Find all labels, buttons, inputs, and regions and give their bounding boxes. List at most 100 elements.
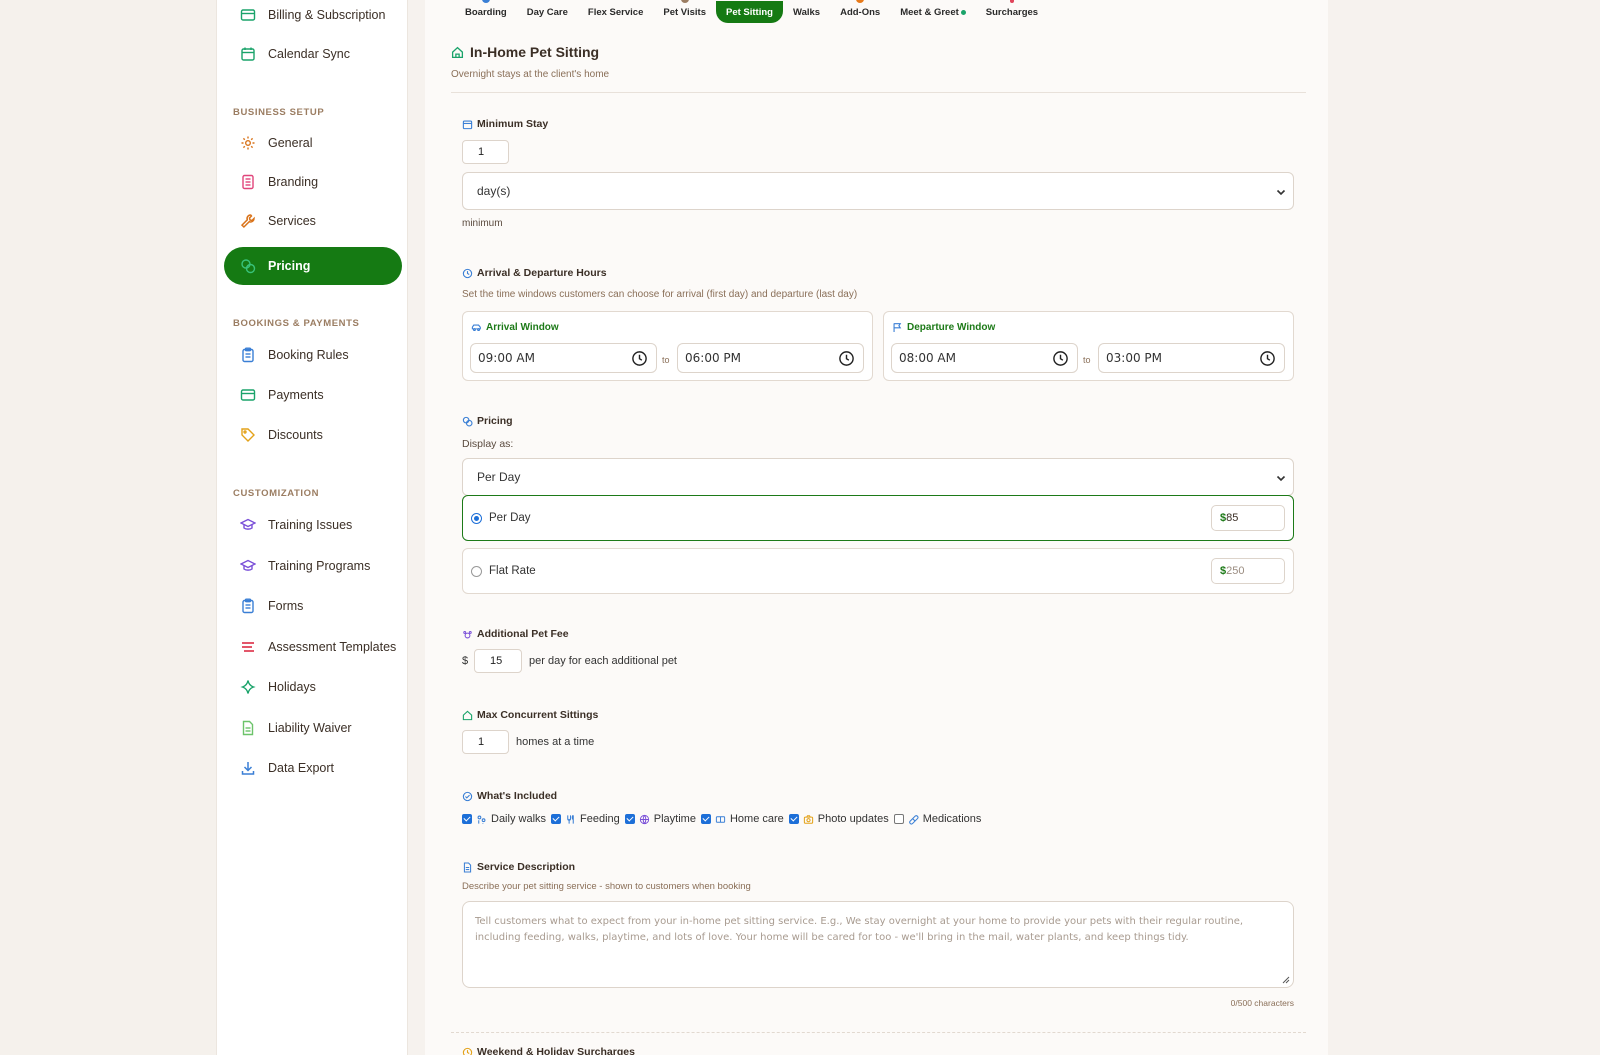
flat-rate-radio[interactable] bbox=[471, 566, 482, 577]
pill-icon bbox=[908, 814, 919, 824]
sidebar-item-pricing[interactable]: Pricing bbox=[224, 247, 402, 285]
home-icon bbox=[451, 46, 464, 58]
sidebar-item-branding[interactable]: Branding bbox=[224, 163, 402, 201]
home-icon bbox=[462, 710, 473, 720]
character-counter: 0/500 characters bbox=[1230, 998, 1294, 1008]
included-feeding[interactable]: Feeding bbox=[551, 813, 620, 825]
sidebar-item-label: General bbox=[268, 136, 313, 150]
tag-icon bbox=[241, 428, 255, 442]
sidebar-item-label: Billing & Subscription bbox=[268, 8, 386, 22]
additional-pet-fee-input[interactable]: 15 bbox=[474, 649, 522, 673]
chevron-down-icon bbox=[1276, 475, 1286, 482]
sidebar-item-forms[interactable]: Forms bbox=[224, 587, 402, 625]
max-concurrent-suffix: homes at a time bbox=[516, 736, 595, 748]
checkbox[interactable] bbox=[893, 814, 904, 824]
included-home-care[interactable]: Home care bbox=[700, 813, 784, 825]
section-label-business-setup: BUSINESS SETUP bbox=[233, 107, 325, 118]
sidebar-item-label: Pricing bbox=[268, 259, 311, 273]
sidebar-item-billing[interactable]: Billing & Subscription bbox=[224, 0, 402, 34]
tab-pet-sitting[interactable]: Pet Sitting bbox=[715, 1, 783, 23]
tab-meet-greet[interactable]: Meet & Greet bbox=[890, 1, 976, 23]
checkbox[interactable] bbox=[462, 814, 472, 824]
max-concurrent-input[interactable]: 1 bbox=[462, 730, 509, 754]
sidebar-item-general[interactable]: General bbox=[224, 124, 402, 162]
additional-pet-fee-label: Additional Pet Fee bbox=[462, 628, 569, 640]
included-medications[interactable]: Medications bbox=[893, 813, 981, 825]
sidebar-item-label: Holidays bbox=[268, 680, 316, 694]
sidebar-item-assessment-templates[interactable]: Assessment Templates bbox=[224, 628, 402, 666]
sidebar-item-label: Booking Rules bbox=[268, 348, 349, 362]
clock-icon[interactable] bbox=[1259, 350, 1276, 367]
sidebar-item-payments[interactable]: Payments bbox=[224, 376, 402, 414]
sidebar-item-calendar-sync[interactable]: Calendar Sync bbox=[224, 35, 402, 73]
textarea-placeholder: Tell customers what to expect from your … bbox=[475, 916, 1244, 943]
arrival-to-input[interactable]: 06:00 PM bbox=[677, 343, 864, 373]
arrival-from-input[interactable]: 09:00 AM bbox=[470, 343, 657, 373]
hours-hint: Set the time windows customers can choos… bbox=[462, 289, 858, 300]
sidebar-item-training-programs[interactable]: Training Programs bbox=[224, 547, 402, 585]
pricing-main-panel: Boarding Day Care Flex Service Pet Visit… bbox=[425, 0, 1328, 1055]
included-playtime[interactable]: Playtime bbox=[624, 813, 696, 825]
display-as-select[interactable]: Per Day bbox=[462, 458, 1294, 496]
sidebar-item-label: Discounts bbox=[268, 428, 323, 442]
clock-icon[interactable] bbox=[838, 350, 855, 367]
graduation-cap-icon bbox=[240, 559, 256, 571]
credit-card-icon bbox=[240, 9, 256, 21]
sidebar-item-data-export[interactable]: Data Export bbox=[224, 749, 402, 787]
flat-rate-price-input[interactable]: $ 250 bbox=[1211, 558, 1285, 584]
included-daily-walks[interactable]: Daily walks bbox=[462, 813, 546, 825]
minimum-stay-label: Minimum Stay bbox=[462, 118, 548, 130]
checkbox[interactable] bbox=[551, 814, 562, 824]
resize-handle-icon[interactable] bbox=[1282, 976, 1290, 984]
sidebar-item-discounts[interactable]: Discounts bbox=[224, 416, 402, 454]
page-subtitle: Overnight stays at the client's home bbox=[451, 69, 610, 80]
whats-included-label: What's Included bbox=[462, 790, 557, 802]
price-value: 250 bbox=[1226, 565, 1245, 577]
tab-walks[interactable]: Walks bbox=[783, 1, 830, 23]
minimum-stay-unit-select[interactable]: day(s) bbox=[462, 172, 1294, 210]
service-description-textarea[interactable]: Tell customers what to expect from your … bbox=[462, 901, 1294, 988]
sidebar-item-services[interactable]: Services bbox=[224, 202, 402, 240]
sidebar-item-label: Payments bbox=[268, 388, 324, 402]
max-concurrent-label: Max Concurrent Sittings bbox=[462, 709, 598, 721]
price-option-per-day[interactable]: Per Day $ 85 bbox=[462, 495, 1294, 541]
tab-pet-visits[interactable]: Pet Visits bbox=[653, 0, 716, 23]
checkbox[interactable] bbox=[788, 814, 799, 824]
section-label-bookings-payments: BOOKINGS & PAYMENTS bbox=[233, 318, 360, 329]
fee-currency: $ bbox=[462, 655, 469, 667]
price-option-flat-rate[interactable]: Flat Rate $ 250 bbox=[462, 548, 1294, 594]
weekend-holiday-surcharges-label: Weekend & Holiday Surcharges bbox=[462, 1046, 635, 1055]
clipboard-icon bbox=[242, 598, 254, 614]
tab-boarding[interactable]: Boarding bbox=[455, 0, 517, 23]
sidebar-item-booking-rules[interactable]: Booking Rules bbox=[224, 336, 402, 374]
status-dot-icon bbox=[960, 9, 966, 15]
gear-icon bbox=[241, 136, 255, 150]
coins-icon bbox=[241, 259, 256, 274]
sidebar-item-holidays[interactable]: Holidays bbox=[224, 668, 402, 706]
departure-from-input[interactable]: 08:00 AM bbox=[891, 343, 1078, 373]
tab-add-ons[interactable]: Add-Ons bbox=[830, 0, 890, 23]
chevron-down-icon bbox=[1276, 189, 1286, 196]
sidebar-item-training-issues[interactable]: Training Issues bbox=[224, 506, 402, 544]
per-day-price-input[interactable]: $ 85 bbox=[1211, 505, 1285, 531]
checkbox[interactable] bbox=[624, 814, 635, 824]
sidebar-item-liability-waiver[interactable]: Liability Waiver bbox=[224, 709, 402, 747]
checkbox[interactable] bbox=[700, 814, 711, 824]
document-icon bbox=[242, 720, 254, 736]
included-photo-updates[interactable]: Photo updates bbox=[788, 813, 889, 825]
sidebar-item-label: Liability Waiver bbox=[268, 721, 352, 735]
minimum-stay-input[interactable]: 1 bbox=[462, 140, 509, 164]
departure-to-input[interactable]: 03:00 PM bbox=[1098, 343, 1285, 373]
tab-day-care[interactable]: Day Care bbox=[517, 1, 578, 23]
clock-icon[interactable] bbox=[631, 350, 648, 367]
clock-icon[interactable] bbox=[1052, 350, 1069, 367]
hours-label: Arrival & Departure Hours bbox=[462, 267, 607, 279]
sidebar-item-label: Assessment Templates bbox=[268, 640, 397, 654]
included-checklist: Daily walks Feeding Playtime Home care P… bbox=[462, 813, 986, 825]
palette-icon bbox=[242, 174, 254, 190]
per-day-radio[interactable] bbox=[471, 513, 482, 524]
sidebar-item-label: Forms bbox=[268, 599, 304, 613]
tab-surcharges[interactable]: Surcharges bbox=[976, 0, 1048, 23]
utensils-icon bbox=[567, 814, 574, 824]
tab-flex-service[interactable]: Flex Service bbox=[578, 1, 653, 23]
